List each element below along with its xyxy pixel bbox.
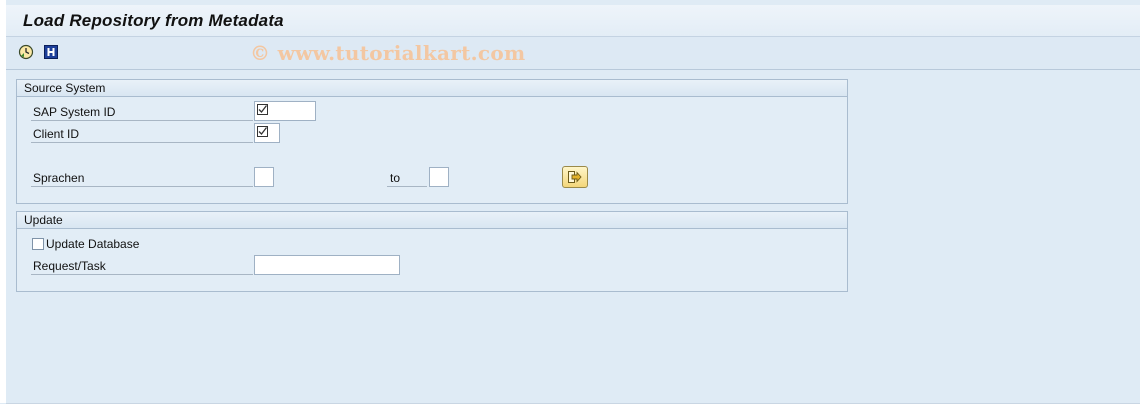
sap-system-id-label: SAP System ID bbox=[33, 105, 116, 119]
languages-from-field[interactable] bbox=[254, 167, 274, 187]
title-bar: Load Repository from Metadata bbox=[6, 5, 1140, 37]
info-icon[interactable] bbox=[43, 44, 59, 60]
request-task-label: Request/Task bbox=[33, 259, 106, 273]
client-id-field[interactable] bbox=[254, 123, 280, 143]
watermark: © www.tutorialkart.com bbox=[250, 41, 526, 65]
languages-underline bbox=[31, 186, 253, 187]
sap-system-id-underline bbox=[31, 120, 253, 121]
execute-icon[interactable] bbox=[18, 44, 34, 60]
client-id-label: Client ID bbox=[33, 127, 80, 141]
source-system-title: Source System bbox=[24, 81, 106, 95]
languages-label: Sprachen bbox=[33, 171, 85, 185]
languages-to-field[interactable] bbox=[429, 167, 449, 187]
source-system-group: Source System SAP System ID Client ID Sp… bbox=[16, 79, 848, 204]
client-id-underline bbox=[31, 142, 253, 143]
update-group: Update Update Database Request/Task bbox=[16, 211, 848, 292]
selection-screen: Source System SAP System ID Client ID Sp… bbox=[6, 70, 1140, 404]
update-database-label: Update Database bbox=[46, 237, 140, 251]
update-header: Update bbox=[17, 212, 847, 229]
required-check-icon bbox=[257, 126, 268, 137]
page-title: Load Repository from Metadata bbox=[23, 11, 284, 30]
update-title: Update bbox=[24, 213, 63, 227]
arrow-right-icon bbox=[568, 171, 582, 183]
request-task-field[interactable] bbox=[254, 255, 400, 275]
source-system-header: Source System bbox=[17, 80, 847, 97]
required-check-icon bbox=[257, 104, 268, 115]
to-underline bbox=[387, 186, 427, 187]
request-task-underline bbox=[31, 274, 253, 275]
update-database-checkbox[interactable] bbox=[32, 238, 44, 250]
sap-system-id-field[interactable] bbox=[254, 101, 316, 121]
application-toolbar: © www.tutorialkart.com bbox=[6, 37, 1140, 70]
to-label: to bbox=[390, 171, 401, 185]
multiple-selection-button[interactable] bbox=[562, 166, 588, 188]
